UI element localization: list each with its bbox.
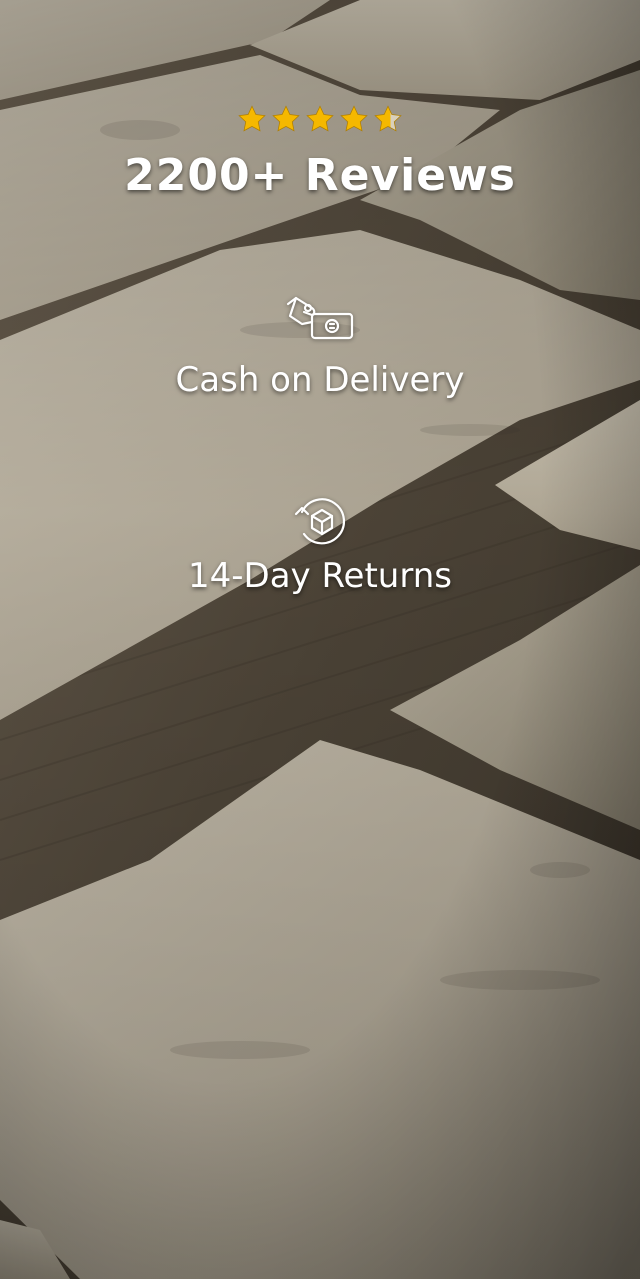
cash-hand-icon (286, 296, 354, 340)
feature-cod (0, 294, 640, 344)
return-box-icon (294, 498, 345, 545)
star-icon (340, 105, 368, 132)
half-star-icon (374, 105, 402, 132)
star-icon (238, 105, 266, 132)
reviews-count: 2200+ Reviews (124, 150, 516, 201)
feature-returns (0, 492, 640, 548)
star-icon (306, 105, 334, 132)
star-rating (0, 104, 640, 134)
feature-label-returns: 14-Day Returns (187, 556, 452, 596)
star-icon (272, 105, 300, 132)
promo-banner: 2200+ Reviews Cash on Delivery 14-Day Re… (0, 0, 640, 1279)
feature-label-cod: Cash on Delivery (175, 360, 465, 400)
